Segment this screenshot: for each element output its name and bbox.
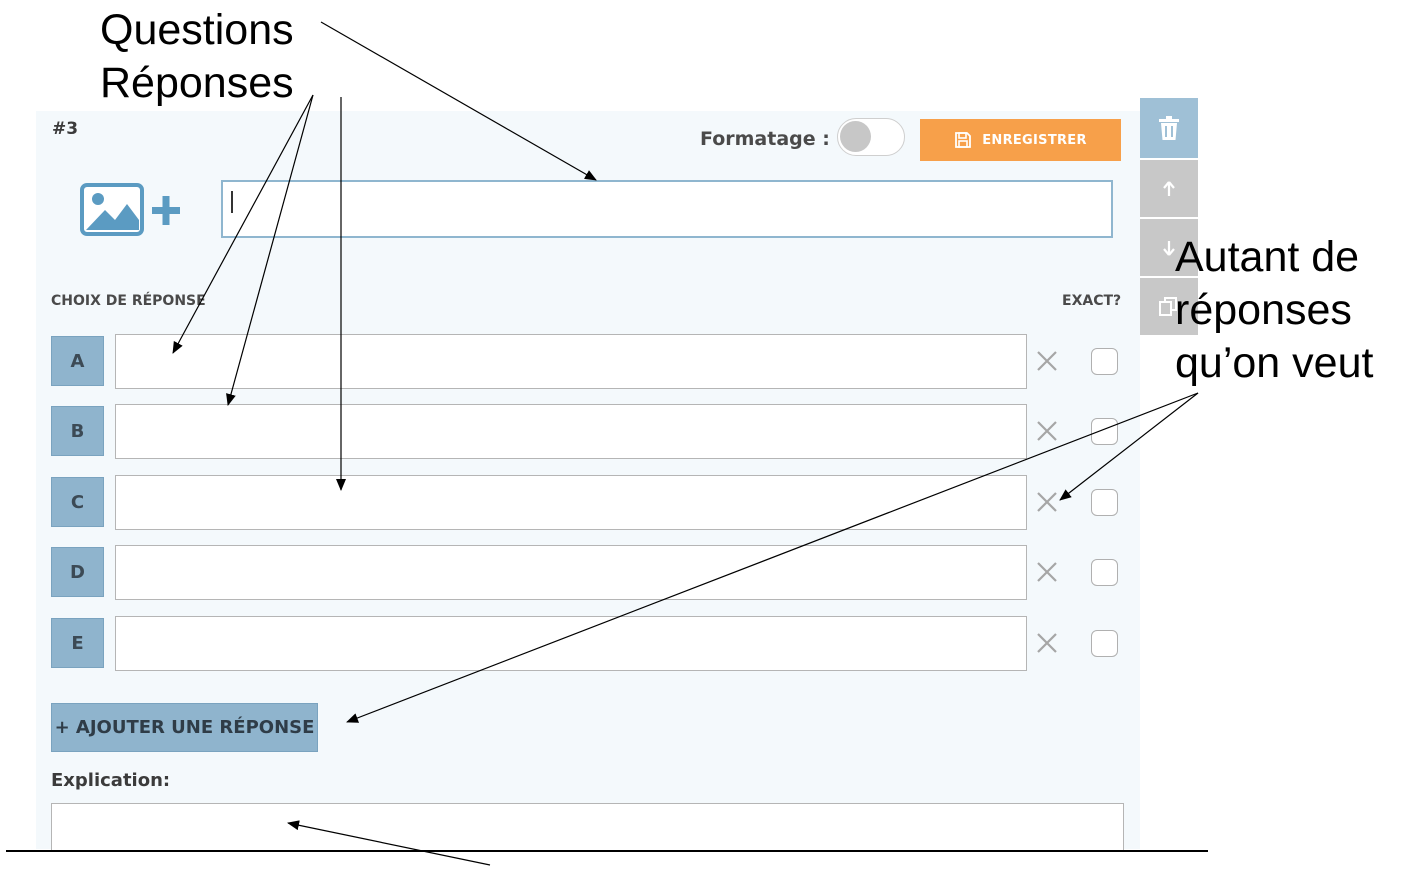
answer-input[interactable]: [115, 404, 1027, 459]
answer-row: A: [51, 334, 1131, 390]
exact-checkbox[interactable]: [1091, 559, 1118, 586]
question-input[interactable]: [221, 180, 1113, 238]
remove-answer-button[interactable]: [1033, 555, 1061, 589]
question-number: #3: [52, 119, 79, 139]
add-image-icon: [80, 183, 180, 236]
remove-answer-button[interactable]: [1033, 485, 1061, 519]
move-up-button[interactable]: [1140, 160, 1198, 217]
save-label: ENREGISTRER: [982, 132, 1087, 148]
answer-letter: E: [51, 618, 104, 668]
answer-row: E: [51, 616, 1131, 672]
trash-icon: [1159, 116, 1179, 140]
answer-row: D: [51, 545, 1131, 601]
bottom-margin: [0, 852, 1414, 869]
annotation-reponses: Réponses: [100, 59, 294, 107]
remove-answer-button[interactable]: [1033, 626, 1061, 660]
answer-input[interactable]: [115, 616, 1027, 671]
annotation-autant-line2: réponses: [1175, 286, 1352, 334]
answer-row: C: [51, 475, 1131, 531]
toggle-knob: [840, 121, 871, 152]
exact-checkbox[interactable]: [1091, 348, 1118, 375]
answer-letter: B: [51, 406, 104, 456]
annotation-autant-line3: qu’on veut: [1175, 339, 1374, 387]
arrow-up-icon: [1163, 180, 1175, 196]
explanation-label: Explication:: [51, 770, 171, 791]
answer-letter: A: [51, 336, 104, 386]
formatting-toggle[interactable]: [837, 118, 905, 156]
exact-header: EXACT?: [1062, 293, 1122, 309]
save-icon: [955, 132, 972, 148]
close-icon: [1037, 421, 1057, 441]
close-icon: [1037, 492, 1057, 512]
close-icon: [1037, 562, 1057, 582]
remove-answer-button[interactable]: [1033, 414, 1061, 448]
exact-checkbox[interactable]: [1091, 489, 1118, 516]
formatting-label: Formatage :: [700, 128, 830, 150]
remove-answer-button[interactable]: [1033, 344, 1061, 378]
answer-letter: C: [51, 477, 104, 527]
text-caret: [231, 191, 233, 213]
annotation-questions: Questions: [100, 6, 294, 54]
save-button[interactable]: ENREGISTRER: [920, 119, 1121, 161]
page-divider-line: [6, 850, 1208, 852]
add-image-button[interactable]: [79, 180, 183, 240]
answer-input[interactable]: [115, 334, 1027, 389]
answer-input[interactable]: [115, 545, 1027, 600]
close-icon: [1037, 633, 1057, 653]
arrow-down-icon: [1163, 240, 1175, 256]
answer-letter: D: [51, 547, 104, 597]
add-answer-button[interactable]: + AJOUTER UNE RÉPONSE: [51, 703, 318, 752]
choices-header: CHOIX DE RÉPONSE: [51, 293, 206, 309]
close-icon: [1037, 351, 1057, 371]
answer-input[interactable]: [115, 475, 1027, 530]
annotation-autant-line1: Autant de: [1175, 233, 1360, 281]
answer-row: B: [51, 404, 1131, 460]
exact-checkbox[interactable]: [1091, 418, 1118, 445]
exact-checkbox[interactable]: [1091, 630, 1118, 657]
delete-question-button[interactable]: [1140, 98, 1198, 158]
